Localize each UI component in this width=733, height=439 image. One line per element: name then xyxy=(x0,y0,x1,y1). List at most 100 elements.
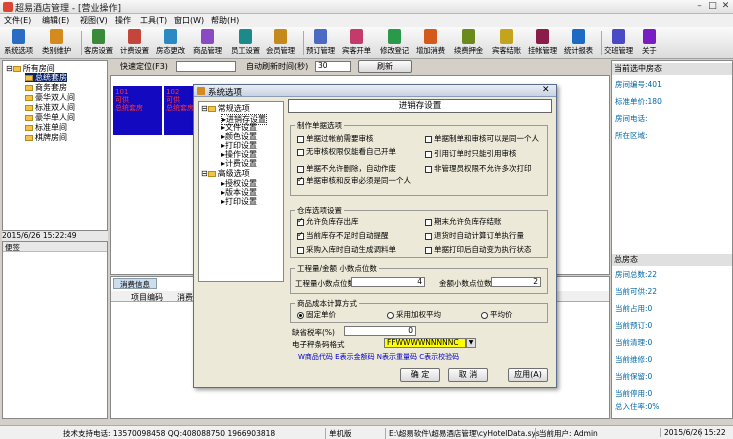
scale-format-select[interactable]: FFWWWWNNNNNC xyxy=(384,338,466,348)
cancel-button[interactable]: 取 消 xyxy=(448,368,488,382)
checkbox-option[interactable]: 单据制单和审核可以是同一个人 xyxy=(425,135,539,143)
tree-item[interactable]: 豪华双人间 xyxy=(25,93,75,102)
qty-decimal-input[interactable]: 4 xyxy=(351,277,425,287)
maximize-button[interactable]: □ xyxy=(706,1,719,12)
radio-option[interactable]: 固定单价 xyxy=(297,311,336,319)
tree-item[interactable]: 豪华单人间 xyxy=(25,113,75,122)
toolbar-button[interactable]: 交班管理 xyxy=(604,29,633,56)
toolbar-button[interactable]: 房态更改 xyxy=(156,29,185,56)
radio-option[interactable]: 平均价 xyxy=(481,311,513,319)
tree-item[interactable]: 标准单间 xyxy=(25,123,67,132)
tree-group-advanced[interactable]: ⊟ 高级选项 xyxy=(201,169,250,178)
checkbox-option[interactable]: 当前库存不足时自动提醒 xyxy=(297,231,389,240)
tree-root[interactable]: ⊟ 所有房间 xyxy=(6,64,55,73)
checkbox-option[interactable]: 非管理员权限不允许多次打印 xyxy=(425,165,532,173)
close-button[interactable]: ✕ xyxy=(719,1,732,12)
checkbox[interactable] xyxy=(425,218,432,226)
tree-item[interactable]: ▸文件设置 xyxy=(221,123,257,132)
toolbar-button[interactable]: 关于 xyxy=(642,29,657,56)
dropdown-arrow-icon[interactable]: ▼ xyxy=(466,338,476,348)
toolbar-button[interactable]: 续费押金 xyxy=(454,29,483,56)
checkbox[interactable] xyxy=(425,232,432,240)
toolbar-button[interactable]: 类别维护 xyxy=(42,29,71,56)
toolbar-label: 类别维护 xyxy=(42,46,71,55)
toolbar-button[interactable]: 会员管理 xyxy=(266,29,295,56)
app-icon xyxy=(3,2,13,12)
dialog-close-icon[interactable]: ✕ xyxy=(542,85,550,95)
quick-locate-input[interactable] xyxy=(176,61,236,72)
toolbar-button[interactable]: 客房设置 xyxy=(84,29,113,56)
room-tile[interactable]: 101 可供 总统套房 xyxy=(113,86,162,135)
toolbar-button[interactable]: 宾客结账 xyxy=(492,29,521,56)
checkbox-option[interactable]: 单据不允许删除，自动作废 xyxy=(297,165,396,173)
checkbox-checked[interactable] xyxy=(297,217,304,226)
checkbox[interactable] xyxy=(425,150,432,158)
apply-button[interactable]: 应用(A) xyxy=(508,368,548,382)
radio[interactable] xyxy=(387,311,394,319)
tree-item[interactable]: ▸授权设置 xyxy=(221,179,257,188)
tax-rate-input[interactable]: 0 xyxy=(344,326,416,336)
checkbox[interactable] xyxy=(297,148,304,156)
tree-item[interactable]: ▸版本设置 xyxy=(221,188,257,197)
toolbar-button[interactable]: 宾客开单 xyxy=(342,29,371,56)
radio[interactable] xyxy=(481,311,488,319)
checkbox-option[interactable]: 无审核权限仅能看自己开单 xyxy=(297,148,396,156)
checkbox-option[interactable]: 退货时自动计算订单执行量 xyxy=(425,232,524,240)
checkbox-option[interactable]: 允许负库存出库 xyxy=(297,217,359,226)
toolbar-button[interactable]: 修改登记 xyxy=(380,29,409,56)
auto-refresh-input[interactable]: 30 xyxy=(315,61,351,72)
tree-item[interactable]: ▸颜色设置 xyxy=(221,132,257,141)
tree-item[interactable]: ▸计费设置 xyxy=(221,159,257,168)
tab-consume[interactable]: 消费信息 xyxy=(113,278,157,289)
checkbox-option[interactable]: 引用订单时只能引用审核 xyxy=(425,150,517,158)
toolbar-button[interactable]: 挂帐管理 xyxy=(528,29,557,56)
menu-edit[interactable]: 编辑(E) xyxy=(42,15,69,26)
column-header[interactable]: 消费 xyxy=(177,292,193,303)
radio-option[interactable]: 采用加权平均 xyxy=(387,311,441,319)
checkbox[interactable] xyxy=(297,165,304,173)
menu-view[interactable]: 视图(V) xyxy=(80,15,108,26)
toolbar-button[interactable]: 增加消费 xyxy=(416,29,445,56)
toolbar-button[interactable]: 商品管理 xyxy=(193,29,222,56)
tree-group-general[interactable]: ⊟ 常规选项 xyxy=(201,104,250,113)
tree-item[interactable]: 商务套房 xyxy=(25,83,67,92)
tree-item[interactable]: 标准双人间 xyxy=(25,103,75,112)
toolbar-button[interactable]: 员工设置 xyxy=(231,29,260,56)
toolbar-button[interactable]: 预订管理 xyxy=(306,29,335,56)
toolbar-button[interactable]: 统计报表 xyxy=(564,29,593,56)
ok-button[interactable]: 确 定 xyxy=(400,368,440,382)
tree-item[interactable]: ▸操作设置 xyxy=(221,150,257,159)
checkbox-checked[interactable] xyxy=(297,176,304,185)
checkbox[interactable] xyxy=(425,165,432,173)
checkbox-option[interactable]: 期末允许负库存结账 xyxy=(425,218,502,226)
radio-selected[interactable] xyxy=(297,311,304,319)
toolbar-button[interactable]: 计费设置 xyxy=(120,29,149,56)
menu-operate[interactable]: 操作 xyxy=(115,15,131,26)
checkbox-option[interactable]: 单据审核和反审必须是同一个人 xyxy=(297,176,411,185)
checkbox[interactable] xyxy=(425,246,432,254)
checkbox-checked[interactable] xyxy=(297,231,304,240)
tree-item[interactable]: ▸打印设置 xyxy=(221,197,257,206)
menu-file[interactable]: 文件(E) xyxy=(4,15,31,26)
checkbox-option[interactable]: 单据打印后自动变为执行状态 xyxy=(425,246,532,254)
checkbox[interactable] xyxy=(425,135,432,143)
tree-item-selected[interactable]: 总统套房 xyxy=(25,73,67,82)
toolbar-button[interactable]: 系统选项 xyxy=(4,29,33,56)
note-panel[interactable]: 便签 xyxy=(2,241,108,419)
amount-decimal-input[interactable]: 2 xyxy=(491,277,541,287)
checkbox-option[interactable]: 采购入库时自动生成调料单 xyxy=(297,246,396,254)
checkbox[interactable] xyxy=(297,135,304,143)
folder-icon xyxy=(25,114,33,121)
checkbox[interactable] xyxy=(297,246,304,254)
tree-item[interactable]: ▸打印设置 xyxy=(221,141,257,150)
tree-item[interactable]: 棋牌房间 xyxy=(25,133,67,142)
toolbar-label: 宾客结账 xyxy=(492,46,521,55)
menu-tools[interactable]: 工具(T) xyxy=(140,15,167,26)
menu-window[interactable]: 窗口(W) xyxy=(174,15,204,26)
menu-help[interactable]: 帮助(H) xyxy=(211,15,239,26)
refresh-button[interactable]: 刷新 xyxy=(358,60,412,73)
options-content: 进销存设置 制作单据选项 单据过帐前需要审核 无审核权限仅能看自己开单 单据不允… xyxy=(288,99,552,364)
minimize-button[interactable]: – xyxy=(693,1,706,12)
column-header[interactable]: 项目编码 xyxy=(131,292,163,303)
checkbox-option[interactable]: 单据过帐前需要审核 xyxy=(297,135,374,143)
